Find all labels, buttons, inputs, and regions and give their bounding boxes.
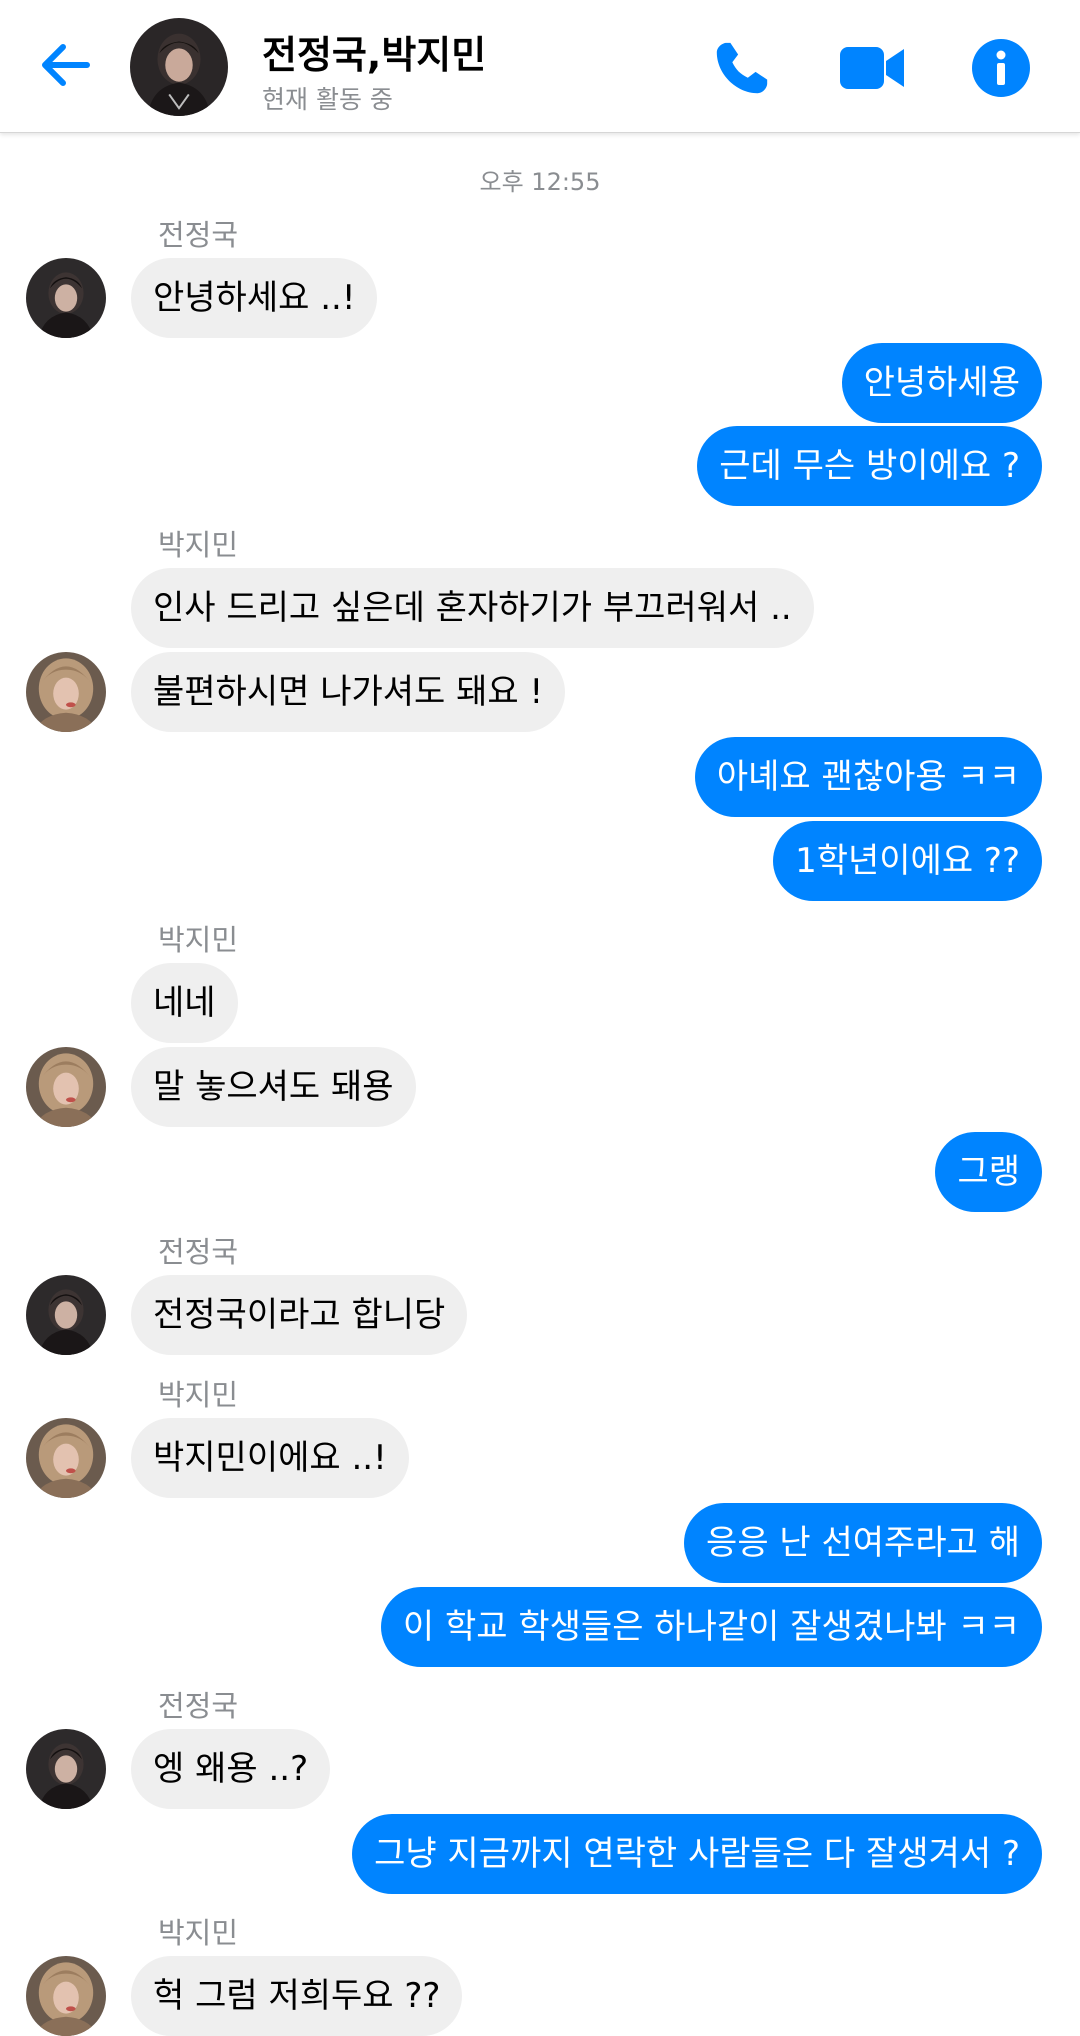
sender-name: 박지민 <box>158 1916 239 1950</box>
avatar-jimin[interactable] <box>26 1956 106 2036</box>
call-button[interactable] <box>704 30 780 106</box>
message-timestamp: 오후 12:55 <box>479 168 601 196</box>
video-call-button[interactable] <box>834 30 910 106</box>
incoming-message[interactable]: 안녕하세요 ..! <box>131 258 378 338</box>
avatar-jimin[interactable] <box>26 652 106 732</box>
avatar-jungkook[interactable] <box>26 1275 106 1355</box>
active-status: 현재 활동 중 <box>262 85 393 114</box>
incoming-message[interactable]: 엥 왜용 ..? <box>131 1729 331 1809</box>
sender-name: 박지민 <box>158 528 239 562</box>
avatar-jimin[interactable] <box>26 1047 106 1127</box>
sender-name: 박지민 <box>158 1378 239 1412</box>
sender-name: 전정국 <box>158 218 239 252</box>
outgoing-message[interactable]: 근데 무슨 방이에요 ? <box>697 426 1042 506</box>
back-button[interactable] <box>30 30 100 100</box>
incoming-message[interactable]: 네네 <box>131 963 238 1043</box>
outgoing-message[interactable]: 아녜요 괜찮아용 ㅋㅋ <box>694 737 1042 817</box>
sender-name: 전정국 <box>158 1235 239 1269</box>
info-icon <box>972 39 1030 97</box>
conversation-header: 전정국,박지민 현재 활동 중 <box>0 0 1080 133</box>
outgoing-message[interactable]: 안녕하세용 <box>841 343 1042 423</box>
incoming-message[interactable]: 박지민이에요 ..! <box>131 1418 409 1498</box>
outgoing-message[interactable]: 그랭 <box>935 1132 1042 1212</box>
info-button[interactable] <box>963 30 1039 106</box>
outgoing-message[interactable]: 그냥 지금까지 연락한 사람들은 다 잘생겨서 ? <box>352 1814 1042 1894</box>
incoming-message[interactable]: 말 놓으셔도 돼용 <box>131 1047 416 1127</box>
avatar-jimin[interactable] <box>26 1418 106 1498</box>
incoming-message[interactable]: 전정국이라고 합니당 <box>131 1275 468 1355</box>
outgoing-message[interactable]: 1학년이에요 ?? <box>773 821 1042 901</box>
incoming-message[interactable]: 헉 그럼 저희두요 ?? <box>131 1956 463 2036</box>
incoming-message[interactable]: 인사 드리고 싶은데 혼자하기가 부끄러워서 .. <box>131 568 814 648</box>
conversation-title[interactable]: 전정국,박지민 <box>262 24 486 79</box>
phone-icon <box>716 42 768 94</box>
sender-name: 박지민 <box>158 923 239 957</box>
incoming-message[interactable]: 불편하시면 나가셔도 돼요 ! <box>131 652 566 732</box>
video-camera-icon <box>840 47 904 89</box>
group-avatar[interactable] <box>130 18 228 116</box>
avatar-jungkook[interactable] <box>26 258 106 338</box>
outgoing-message[interactable]: 이 학교 학생들은 하나같이 잘생겼나봐 ㅋㅋ <box>380 1587 1042 1667</box>
avatar-jungkook[interactable] <box>26 1729 106 1809</box>
outgoing-message[interactable]: 응응 난 선여주라고 해 <box>684 1503 1042 1583</box>
sender-name: 전정국 <box>158 1689 239 1723</box>
back-arrow-icon <box>42 44 90 86</box>
